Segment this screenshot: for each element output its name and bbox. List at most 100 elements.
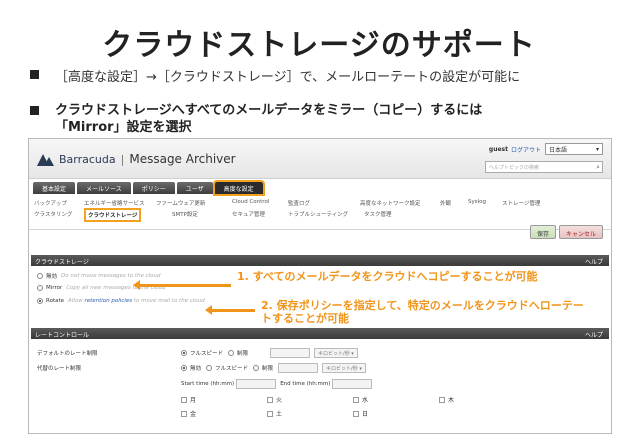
sub-navigation: バックアップ エネルギー省略サービス ファームウェア更新 Cloud Contr… xyxy=(29,196,611,230)
radio-mirror[interactable] xyxy=(37,285,43,291)
start-time-input[interactable] xyxy=(236,379,277,389)
subnav-audit-log[interactable]: 監査ログ xyxy=(288,199,310,207)
option-label: Mirror xyxy=(46,285,63,291)
logo-product: Message Archiver xyxy=(129,152,236,166)
radio-disabled[interactable] xyxy=(181,365,187,371)
checkbox[interactable] xyxy=(439,396,445,403)
subnav-firmware[interactable]: ファームウェア更新 xyxy=(156,199,205,207)
subnav-storage[interactable]: ストレージ管理 xyxy=(502,199,540,207)
radio-disabled[interactable] xyxy=(37,273,43,279)
annotation-2: 2. 保存ポリシーを指定して、特定のメールをクラウドへローテー トすることが可能 xyxy=(261,299,584,325)
day-label: 土 xyxy=(276,411,283,418)
bullet-text: ［高度な設定］→［クラウドストレージ］で、メールローテートの設定が可能に xyxy=(55,70,521,85)
cancel-button[interactable]: キャンセル xyxy=(558,225,603,239)
help-link[interactable]: ヘルプ xyxy=(585,257,603,266)
end-time-input[interactable] xyxy=(332,379,373,389)
option-label: Rotate xyxy=(46,298,65,304)
logout-link[interactable]: ログアウト xyxy=(511,145,541,154)
radio-limit[interactable] xyxy=(228,350,235,356)
radio-full-speed[interactable] xyxy=(206,365,213,371)
subnav-tasks[interactable]: タスク管理 xyxy=(364,210,392,218)
start-time-label: Start time (hh:mm) xyxy=(181,381,235,387)
tab-users[interactable]: ユーザ xyxy=(176,182,213,194)
full-speed-label: フルスピード xyxy=(190,351,224,357)
tab-basic[interactable]: 基本設定 xyxy=(33,182,76,194)
unit-value: キロビット/秒 xyxy=(326,366,358,372)
day-label: 火 xyxy=(276,397,283,404)
subnav-smtp[interactable]: SMTP設定 xyxy=(172,210,198,218)
desc-suffix: to move mail to the cloud xyxy=(132,298,205,304)
subnav-energy[interactable]: エネルギー省略サービス xyxy=(84,199,145,207)
time-range: Start time (hh:mm) End time (hh:mm) xyxy=(181,379,373,389)
annotation-arrow-2 xyxy=(205,305,255,315)
subnav-troubleshooting[interactable]: トラブルシューティング xyxy=(288,210,348,218)
checkbox[interactable] xyxy=(267,396,273,403)
disabled-label: 無効 xyxy=(190,366,202,372)
option-label: 無効 xyxy=(46,274,58,280)
search-icon[interactable]: ⌕ xyxy=(596,163,600,172)
help-link[interactable]: ヘルプ xyxy=(585,330,603,339)
day-wed[interactable]: 水 xyxy=(353,395,368,404)
search-placeholder: ヘルプトピックの検索 xyxy=(489,165,540,171)
help-search-input[interactable]: ヘルプトピックの検索 ⌕ xyxy=(485,161,603,173)
logo-separator: | xyxy=(120,152,125,166)
retention-policies-link[interactable]: retention policies xyxy=(84,298,132,304)
checkbox[interactable] xyxy=(353,396,359,403)
subnav-secure-admin[interactable]: セキュア管理 xyxy=(232,210,265,218)
bullet-text-line1: クラウドストレージへすべてのメールデータをミラー（コピー）するには xyxy=(55,103,483,118)
checkbox[interactable] xyxy=(181,396,187,403)
option-desc: Allow retention policies to move mail to… xyxy=(68,298,205,304)
radio-full-speed[interactable] xyxy=(181,350,187,356)
day-fri[interactable]: 金 xyxy=(181,409,196,418)
checkbox[interactable] xyxy=(267,410,273,417)
option-disabled[interactable]: 無効 Do not move messages to the cloud xyxy=(37,272,161,280)
end-time-label: End time (hh:mm) xyxy=(280,381,331,387)
day-tue[interactable]: 火 xyxy=(267,395,282,404)
option-desc: Do not move messages to the cloud xyxy=(61,273,161,279)
tab-mail-sources[interactable]: メールソース xyxy=(77,182,131,194)
language-select[interactable]: 日本語 ▾ xyxy=(545,143,603,155)
radio-rotate[interactable] xyxy=(37,298,43,304)
unit-select[interactable]: キロビット/秒 ▾ xyxy=(314,348,358,358)
bullet-square-icon xyxy=(30,106,39,115)
tab-advanced[interactable]: 高度な設定 xyxy=(212,180,265,196)
subnav-backup[interactable]: バックアップ xyxy=(34,199,67,207)
alt-rate-controls: 無効 フルスピード 制限 キロビット/秒 ▾ xyxy=(181,363,366,373)
checkbox[interactable] xyxy=(181,410,187,417)
save-button[interactable]: 保存 xyxy=(529,225,556,239)
option-rotate[interactable]: Rotate Allow retention policies to move … xyxy=(37,298,205,304)
day-mon[interactable]: 月 xyxy=(181,395,196,404)
subnav-syslog[interactable]: Syslog xyxy=(468,199,486,205)
desc-prefix: Allow xyxy=(68,298,85,304)
subnav-cloud-storage[interactable]: クラウドストレージ xyxy=(83,208,142,222)
subnav-cloud-control[interactable]: Cloud Control xyxy=(232,199,269,205)
checkbox[interactable] xyxy=(353,410,359,417)
action-buttons: 保存 キャンセル xyxy=(529,225,603,239)
default-rate-controls: フルスピード 制限 キロビット/秒 ▾ xyxy=(181,348,358,358)
day-sun[interactable]: 日 xyxy=(353,409,368,418)
app-header: Barracuda | Message Archiver guest ログアウト… xyxy=(29,139,611,179)
subnav-clustering[interactable]: クラスタリング xyxy=(34,210,72,218)
user-area: guest ログアウト 日本語 ▾ xyxy=(489,143,603,155)
logo-brand: Barracuda xyxy=(59,152,116,166)
app-logo: Barracuda | Message Archiver xyxy=(37,152,236,166)
barracuda-logo-icon xyxy=(37,152,55,166)
day-label: 木 xyxy=(448,397,455,404)
default-rate-input[interactable] xyxy=(270,348,311,358)
default-rate-label: デフォルトのレート制限 xyxy=(37,351,98,357)
radio-limit[interactable] xyxy=(253,365,260,371)
tab-policy[interactable]: ポリシー xyxy=(132,182,175,194)
day-thu[interactable]: 木 xyxy=(439,395,454,404)
day-label: 月 xyxy=(190,397,197,404)
rate-control-panel-header: レートコントロール ヘルプ xyxy=(31,328,609,339)
limit-label: 制限 xyxy=(262,366,274,372)
subnav-appearance[interactable]: 外観 xyxy=(440,199,451,207)
day-label: 金 xyxy=(190,411,197,418)
limit-label: 制限 xyxy=(237,351,249,357)
unit-select[interactable]: キロビット/秒 ▾ xyxy=(322,363,366,373)
subnav-network[interactable]: 高度なネットワーク設定 xyxy=(360,199,421,207)
day-sat[interactable]: 土 xyxy=(267,409,282,418)
alt-rate-input[interactable] xyxy=(278,363,319,373)
full-speed-label: フルスピード xyxy=(215,366,249,372)
unit-value: キロビット/秒 xyxy=(318,351,350,357)
